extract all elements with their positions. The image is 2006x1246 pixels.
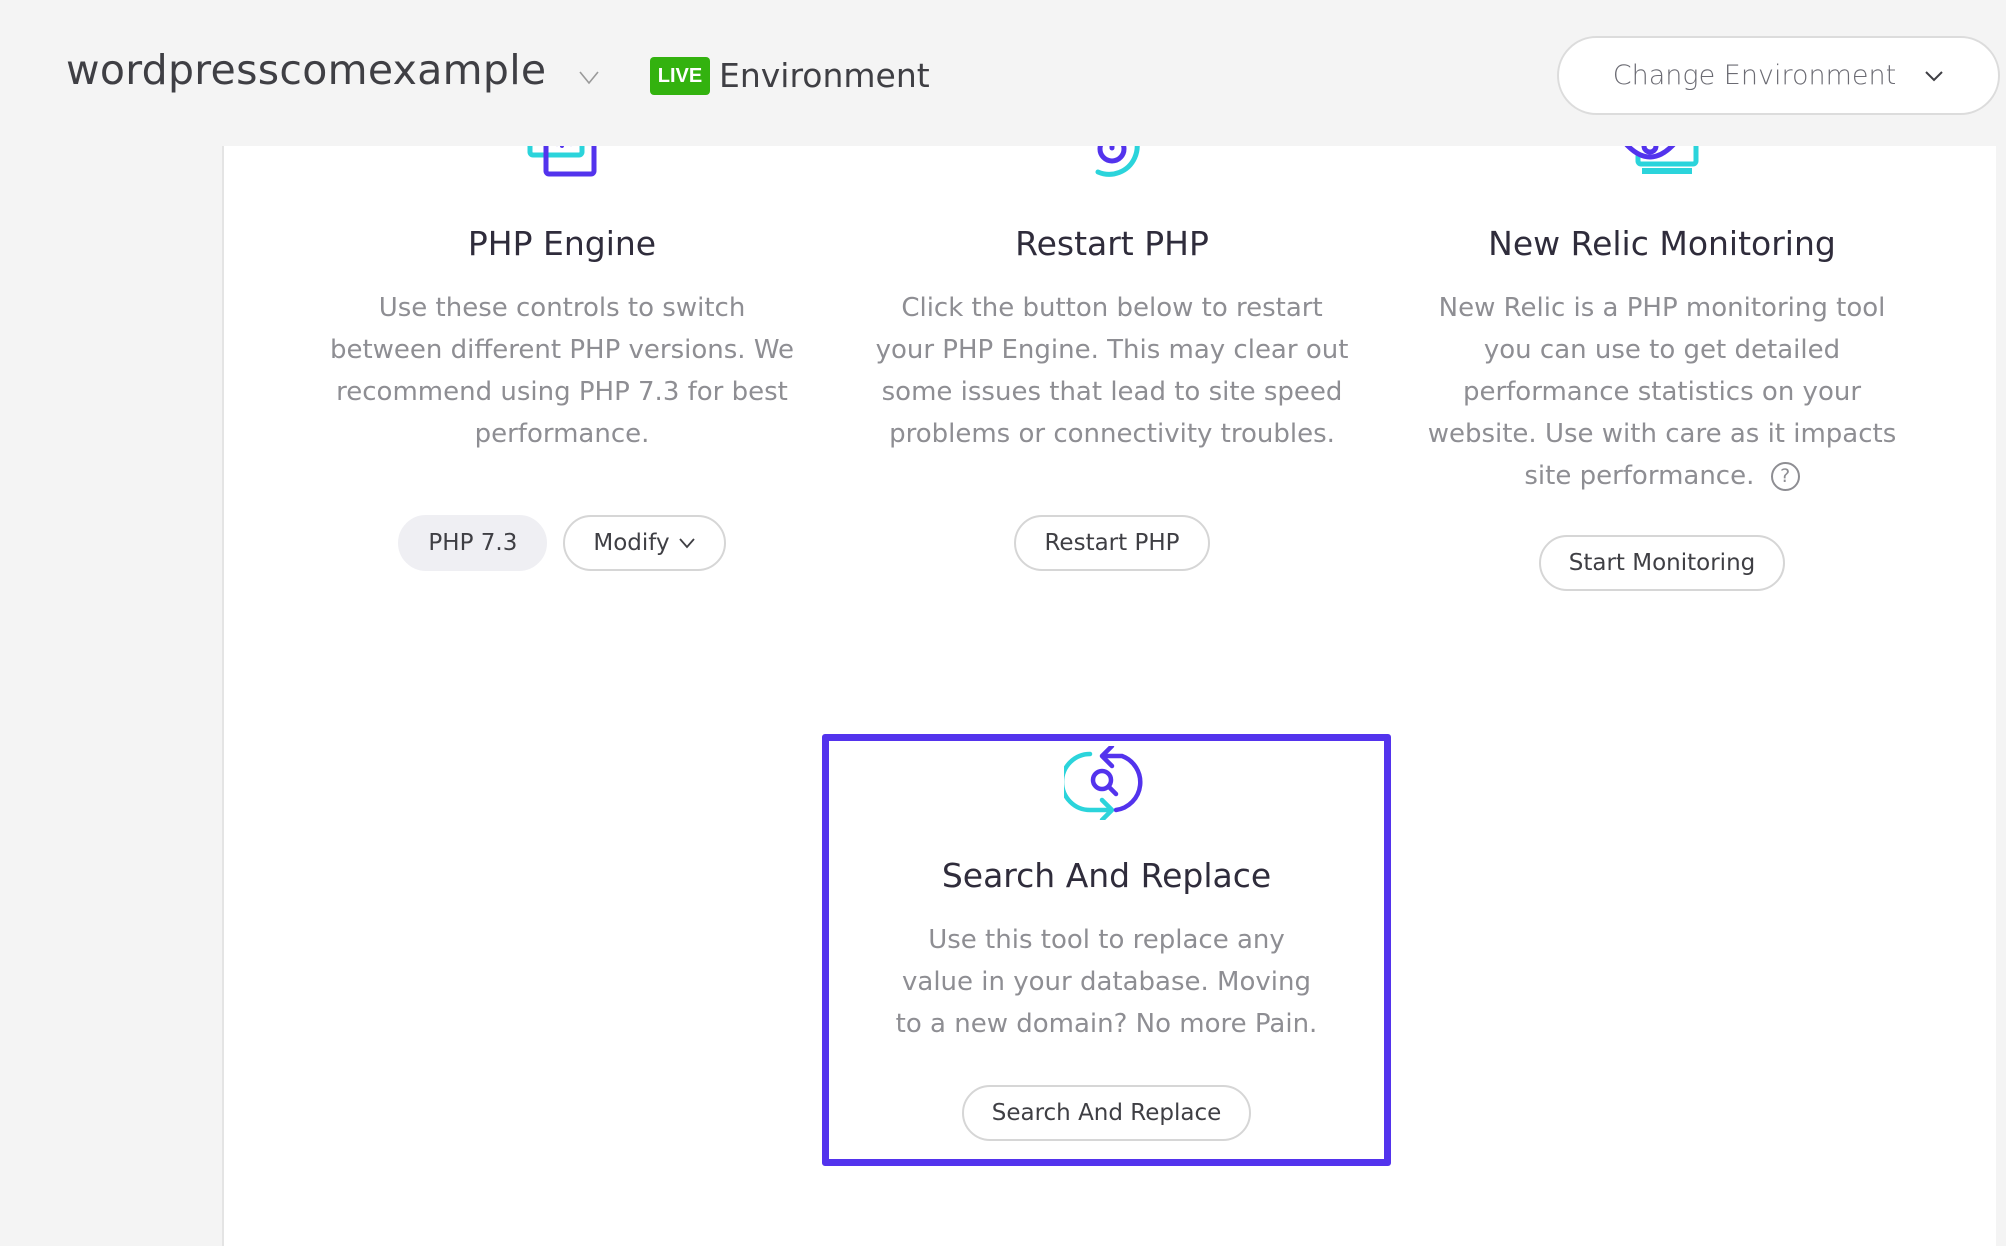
tool-title: New Relic Monitoring (1488, 224, 1836, 263)
search-replace-icon (1059, 743, 1150, 825)
php-version-badge: PHP 7.3 (398, 515, 548, 571)
start-monitoring-button[interactable]: Start Monitoring (1538, 535, 1786, 591)
restart-power-icon (1074, 146, 1150, 187)
search-and-replace-button[interactable]: Search And Replace (961, 1085, 1252, 1141)
new-relic-description: New Relic is a PHP monitoring tool you c… (1427, 293, 1897, 491)
tool-search-replace: Search And Replace Use this tool to repl… (849, 743, 1364, 1141)
tool-title: Restart PHP (1015, 224, 1209, 263)
php-version-label: PHP 7.3 (428, 530, 518, 556)
help-icon[interactable]: ? (1770, 462, 1800, 491)
chevron-down-icon (1925, 70, 1943, 81)
tool-new-relic: New Relic Monitoring New Relic is a PHP … (1407, 146, 1917, 591)
tool-title: PHP Engine (467, 224, 657, 263)
site-switcher-chevron-icon[interactable] (578, 66, 600, 88)
tool-restart-php: Restart PHP Click the button below to re… (862, 146, 1362, 571)
restart-php-button[interactable]: Restart PHP (1014, 515, 1210, 571)
tools-panel: PHP Engine Use these controls to switch … (222, 146, 1996, 1246)
code-window-icon (527, 146, 597, 187)
change-environment-label: Change Environment (1612, 60, 1897, 91)
monitor-eye-icon (1622, 146, 1702, 187)
chevron-down-icon (678, 538, 695, 549)
tool-description: New Relic is a PHP monitoring tool you c… (1407, 287, 1917, 497)
environment-label: Environment (719, 56, 930, 95)
site-name: wordpresscomexample (66, 46, 547, 94)
live-badge: LIVE (650, 57, 710, 95)
modify-label: Modify (593, 530, 670, 556)
tool-title: Search And Replace (941, 856, 1272, 895)
change-environment-button[interactable]: Change Environment (1557, 36, 2000, 115)
start-monitoring-label: Start Monitoring (1568, 550, 1756, 576)
restart-php-label: Restart PHP (1044, 530, 1180, 556)
top-header: wordpresscomexample LIVE Environment Cha… (0, 0, 2006, 146)
tool-description: Use these controls to switch between dif… (329, 293, 795, 449)
tool-php-engine: PHP Engine Use these controls to switch … (312, 146, 812, 571)
modify-php-button[interactable]: Modify (563, 515, 726, 571)
search-and-replace-label: Search And Replace (991, 1100, 1222, 1126)
tool-description: Click the button below to restart your P… (875, 293, 1349, 449)
tool-description: Use this tool to replace any value in yo… (895, 925, 1318, 1039)
